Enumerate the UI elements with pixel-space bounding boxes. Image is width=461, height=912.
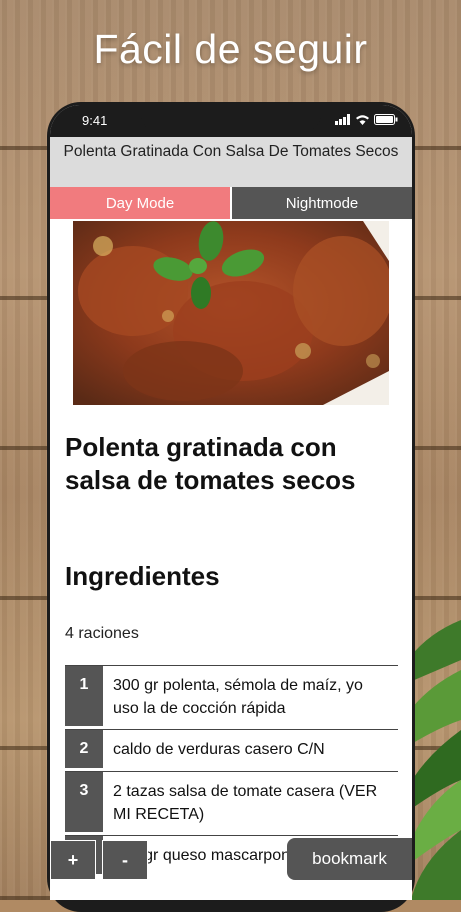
- night-mode-button[interactable]: Nightmode: [230, 187, 412, 219]
- phone-notch: [141, 105, 321, 131]
- system-icons: [335, 114, 398, 125]
- status-bar: 9:41: [50, 105, 412, 137]
- recipe-title-bar: Polenta Gratinada Con Salsa De Tomates S…: [50, 137, 412, 187]
- signal-icon: [335, 114, 350, 125]
- zoom-in-button[interactable]: +: [50, 840, 96, 880]
- ingredient-number: 2: [65, 730, 103, 768]
- status-time: 9:41: [82, 113, 108, 128]
- ingredient-text: 2 tazas salsa de tomate casera (VER MI R…: [103, 772, 398, 832]
- app-screen: 9:41 Polenta Gratinada Con Salsa De Toma…: [50, 105, 412, 900]
- bookmark-button[interactable]: bookmark: [287, 838, 412, 880]
- servings-text: 4 raciones: [65, 625, 139, 642]
- mode-toggle: Day Mode Nightmode: [50, 187, 412, 219]
- ingredient-row: 1 300 gr polenta, sémola de maíz, yo uso…: [65, 665, 398, 726]
- headline: Fácil de seguir: [93, 26, 368, 72]
- ingredient-text: caldo de verduras casero C/N: [103, 730, 398, 768]
- battery-icon: [374, 114, 398, 125]
- recipe-photo: [73, 221, 389, 405]
- ingredient-number: 3: [65, 772, 103, 832]
- ingredient-text: 300 gr polenta, sémola de maíz, yo uso l…: [103, 666, 398, 726]
- ingredients-heading: Ingredientes: [65, 561, 220, 591]
- recipe-title: Polenta gratinada con salsa de tomates s…: [65, 432, 356, 495]
- ingredient-row: 2 caldo de verduras casero C/N: [65, 729, 398, 768]
- zoom-out-button[interactable]: -: [102, 840, 148, 880]
- ingredient-row: 3 2 tazas salsa de tomate casera (VER MI…: [65, 771, 398, 832]
- wifi-icon: [356, 115, 369, 125]
- ingredient-number: 1: [65, 666, 103, 726]
- day-mode-button[interactable]: Day Mode: [50, 187, 230, 219]
